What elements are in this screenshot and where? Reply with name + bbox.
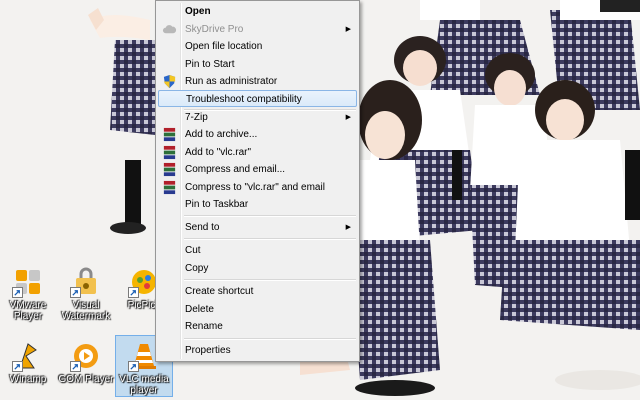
winamp-icon: [12, 340, 44, 372]
menu-item-label: Delete: [185, 304, 214, 315]
menu-item-pin-to-start[interactable]: Pin to Start: [158, 56, 357, 73]
menu-item-label: Rename: [185, 321, 223, 332]
menu-item-open[interactable]: Open: [158, 3, 357, 20]
menu-item-label: Copy: [185, 263, 209, 274]
desktop-icon-label: VMware Player: [9, 300, 47, 322]
cloud-icon: [162, 22, 177, 37]
menu-item-label: Open file location: [185, 41, 263, 52]
visual-watermark-icon: [70, 266, 102, 298]
menu-separator: [184, 338, 356, 340]
menu-item-add-to-archive[interactable]: Add to archive...: [158, 126, 357, 143]
menu-item-add-to-vlc-rar[interactable]: Add to "vlc.rar": [158, 144, 357, 161]
menu-item-label: Open: [185, 6, 211, 17]
menu-item-open-file-location[interactable]: Open file location: [158, 38, 357, 55]
menu-item-label: Cut: [185, 245, 201, 256]
menu-item-label: Troubleshoot compatibility: [186, 94, 302, 105]
menu-item-label: SkyDrive Pro: [185, 24, 244, 35]
submenu-arrow-icon: ▶: [345, 224, 351, 231]
menu-item-label: Properties: [185, 345, 231, 356]
menu-item-send-to[interactable]: Send to ▶: [158, 219, 357, 236]
desktop-icon-label: Winamp: [9, 374, 47, 385]
menu-item-pin-to-taskbar[interactable]: Pin to Taskbar: [158, 196, 357, 213]
menu-item-troubleshoot-compatibility[interactable]: Troubleshoot compatibility: [158, 90, 357, 107]
menu-item-create-shortcut[interactable]: Create shortcut: [158, 283, 357, 300]
shortcut-arrow-icon: [70, 361, 81, 372]
menu-item-label: Pin to Taskbar: [185, 199, 249, 210]
shortcut-arrow-icon: [128, 361, 139, 372]
menu-separator: [184, 215, 356, 217]
desktop-icon-winamp[interactable]: Winamp: [0, 336, 56, 396]
winrar-icon: [162, 127, 177, 142]
vmware-icon: [12, 266, 44, 298]
desktop-icon-label: GOM Player: [58, 374, 114, 385]
context-menu: Open SkyDrive Pro ▶ Open file location P…: [155, 0, 360, 362]
desktop-icon-label: Visual Watermark: [61, 300, 111, 322]
menu-item-label: Run as administrator: [185, 76, 278, 87]
submenu-arrow-icon: ▶: [345, 114, 351, 121]
submenu-arrow-icon: ▶: [345, 26, 351, 33]
menu-item-label: Add to "vlc.rar": [185, 147, 252, 158]
menu-item-compress-and-email[interactable]: Compress and email...: [158, 161, 357, 178]
menu-separator: [184, 238, 356, 240]
menu-item-label: 7-Zip: [185, 112, 208, 123]
menu-item-label: Compress to "vlc.rar" and email: [185, 182, 325, 193]
menu-item-label: Send to: [185, 222, 220, 233]
winrar-icon: [162, 180, 177, 195]
menu-item-delete[interactable]: Delete: [158, 301, 357, 318]
menu-item-compress-to-vlc-rar-and-email[interactable]: Compress to "vlc.rar" and email: [158, 179, 357, 196]
desktop-icon-visual-watermark[interactable]: Visual Watermark: [58, 262, 114, 322]
menu-item-properties[interactable]: Properties: [158, 342, 357, 359]
menu-item-7-zip[interactable]: 7-Zip ▶: [158, 109, 357, 126]
menu-item-label: Pin to Start: [185, 59, 235, 70]
menu-item-run-as-administrator[interactable]: Run as administrator: [158, 73, 357, 90]
shortcut-arrow-icon: [128, 287, 139, 298]
uac-shield-icon: [162, 74, 177, 89]
menu-item-cut[interactable]: Cut: [158, 242, 357, 259]
shortcut-arrow-icon: [70, 287, 81, 298]
menu-item-label: Compress and email...: [185, 164, 286, 175]
desktop-icon-label: VLC media player: [119, 374, 169, 396]
desktop-icon-vmware-player[interactable]: VMware Player: [0, 262, 56, 322]
menu-separator: [184, 279, 356, 281]
winrar-icon: [162, 145, 177, 160]
shortcut-arrow-icon: [12, 287, 23, 298]
menu-item-skydrive-pro[interactable]: SkyDrive Pro ▶: [158, 21, 357, 38]
menu-item-label: Create shortcut: [185, 286, 254, 297]
desktop-icon-gom-player[interactable]: GOM Player: [58, 336, 114, 396]
gom-player-icon: [70, 340, 102, 372]
shortcut-arrow-icon: [12, 361, 23, 372]
menu-item-rename[interactable]: Rename: [158, 318, 357, 335]
menu-item-label: Add to archive...: [185, 129, 258, 140]
menu-item-copy[interactable]: Copy: [158, 260, 357, 277]
winrar-icon: [162, 162, 177, 177]
